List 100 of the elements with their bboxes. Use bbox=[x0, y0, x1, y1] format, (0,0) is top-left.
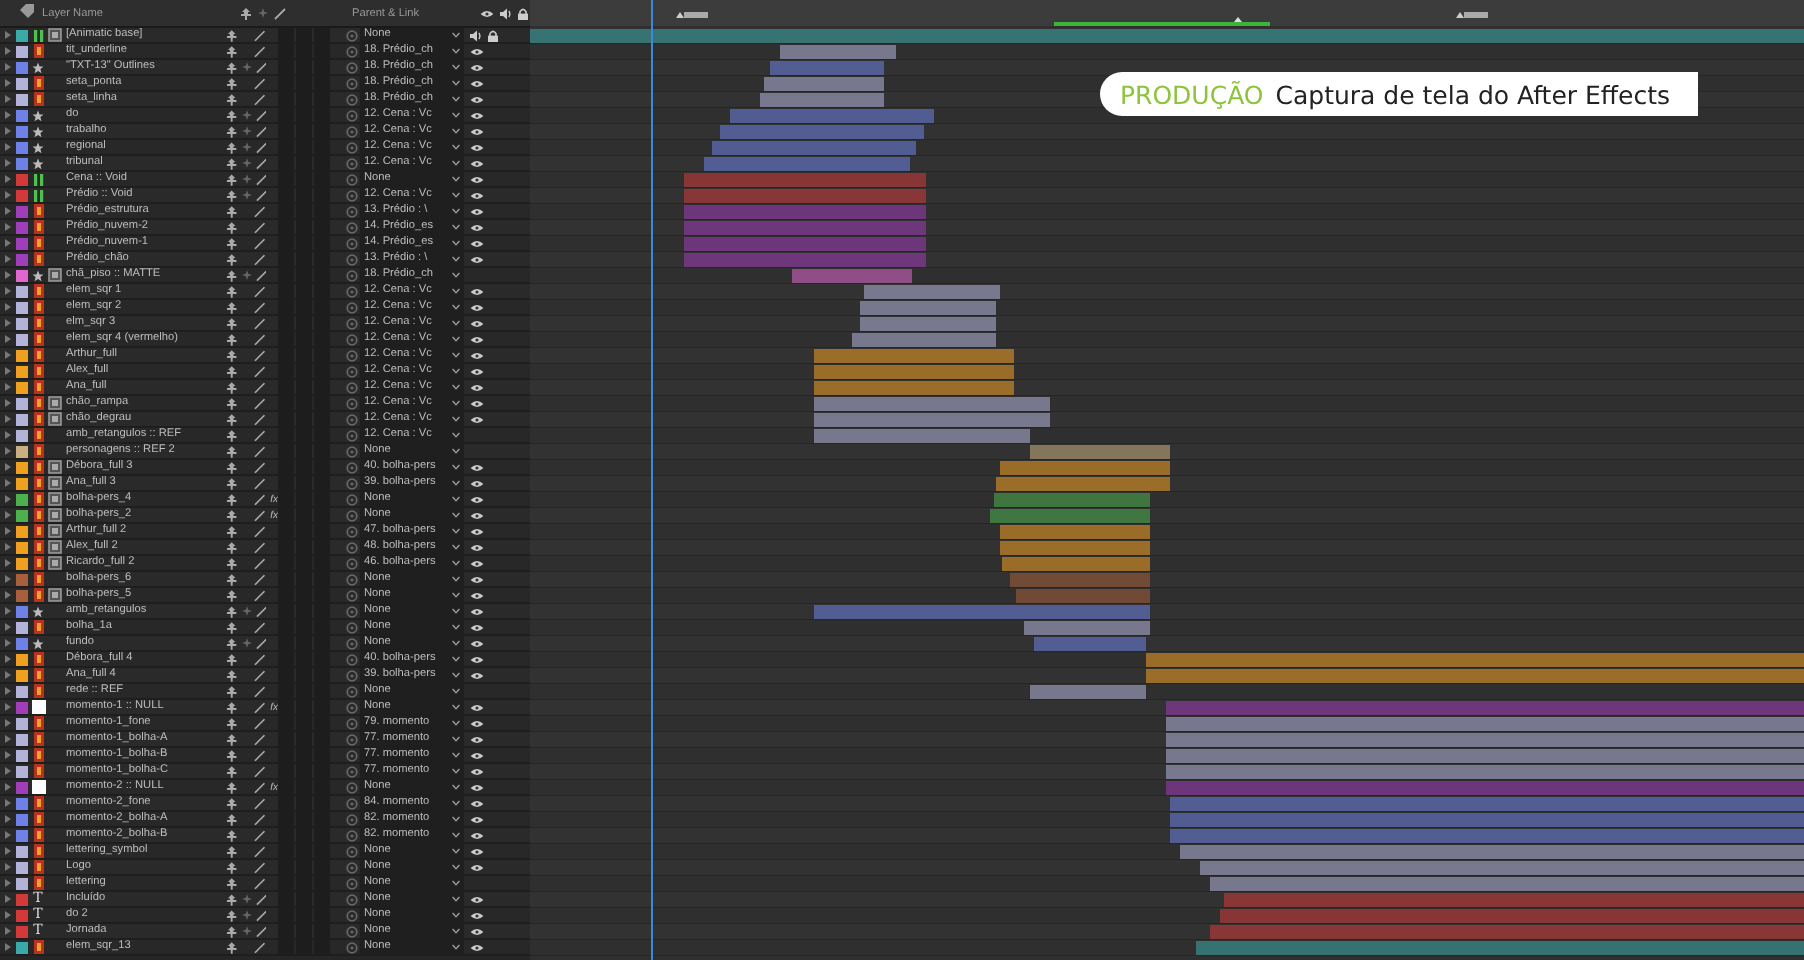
shy-icon[interactable] bbox=[226, 877, 238, 889]
sparkle-icon[interactable] bbox=[241, 638, 252, 648]
label-color-swatch[interactable] bbox=[16, 829, 28, 841]
shy-icon[interactable] bbox=[226, 909, 238, 921]
shy-icon[interactable] bbox=[226, 653, 238, 665]
label-color-swatch[interactable] bbox=[16, 77, 28, 89]
shy-icon[interactable] bbox=[226, 173, 238, 185]
sparkle-icon[interactable] bbox=[258, 7, 268, 17]
label-color-swatch[interactable] bbox=[16, 109, 28, 121]
shy-icon[interactable] bbox=[226, 845, 238, 857]
eye-icon[interactable] bbox=[470, 559, 484, 567]
shy-icon[interactable] bbox=[226, 685, 238, 697]
shy-icon[interactable] bbox=[226, 365, 238, 377]
eye-icon[interactable] bbox=[470, 815, 484, 823]
eye-icon[interactable] bbox=[470, 847, 484, 855]
shy-icon[interactable] bbox=[226, 813, 238, 825]
shy-icon[interactable] bbox=[226, 77, 238, 89]
label-color-swatch[interactable] bbox=[16, 397, 28, 409]
label-color-swatch[interactable] bbox=[16, 205, 28, 217]
eye-icon[interactable] bbox=[480, 9, 494, 17]
eye-icon[interactable] bbox=[470, 143, 484, 151]
label-color-swatch[interactable] bbox=[16, 493, 28, 505]
shy-icon[interactable] bbox=[240, 7, 252, 19]
eye-icon[interactable] bbox=[470, 255, 484, 263]
sparkle-icon[interactable] bbox=[241, 62, 252, 72]
label-color-swatch[interactable] bbox=[16, 909, 28, 921]
shy-icon[interactable] bbox=[226, 717, 238, 729]
shy-icon[interactable] bbox=[226, 445, 238, 457]
eye-icon[interactable] bbox=[470, 607, 484, 615]
eye-icon[interactable] bbox=[470, 175, 484, 183]
eye-icon[interactable] bbox=[470, 767, 484, 775]
label-color-swatch[interactable] bbox=[16, 29, 28, 41]
eye-icon[interactable] bbox=[470, 127, 484, 135]
label-color-swatch[interactable] bbox=[16, 157, 28, 169]
shy-icon[interactable] bbox=[226, 61, 238, 73]
shy-icon[interactable] bbox=[226, 333, 238, 345]
eye-icon[interactable] bbox=[470, 79, 484, 87]
shy-icon[interactable] bbox=[226, 765, 238, 777]
label-color-swatch[interactable] bbox=[16, 669, 28, 681]
label-color-swatch[interactable] bbox=[16, 893, 28, 905]
label-color-swatch[interactable] bbox=[16, 477, 28, 489]
label-color-swatch[interactable] bbox=[16, 349, 28, 361]
shy-icon[interactable] bbox=[226, 893, 238, 905]
label-color-swatch[interactable] bbox=[16, 813, 28, 825]
label-color-swatch[interactable] bbox=[16, 589, 28, 601]
eye-icon[interactable] bbox=[470, 639, 484, 647]
shy-icon[interactable] bbox=[226, 397, 238, 409]
shy-icon[interactable] bbox=[226, 269, 238, 281]
shy-icon[interactable] bbox=[226, 29, 238, 41]
shy-icon[interactable] bbox=[226, 461, 238, 473]
eye-icon[interactable] bbox=[470, 463, 484, 471]
shy-icon[interactable] bbox=[226, 477, 238, 489]
eye-icon[interactable] bbox=[470, 863, 484, 871]
label-color-swatch[interactable] bbox=[16, 749, 28, 761]
shy-icon[interactable] bbox=[226, 749, 238, 761]
label-color-swatch[interactable] bbox=[16, 605, 28, 617]
label-color-swatch[interactable] bbox=[16, 701, 28, 713]
shy-icon[interactable] bbox=[226, 349, 238, 361]
lock-icon[interactable] bbox=[518, 7, 528, 19]
eye-icon[interactable] bbox=[470, 335, 484, 343]
eye-icon[interactable] bbox=[470, 511, 484, 519]
eye-icon[interactable] bbox=[470, 479, 484, 487]
eye-icon[interactable] bbox=[470, 495, 484, 503]
time-ruler[interactable] bbox=[530, 0, 1804, 26]
label-color-swatch[interactable] bbox=[16, 189, 28, 201]
shy-icon[interactable] bbox=[226, 221, 238, 233]
shy-icon[interactable] bbox=[226, 493, 238, 505]
shy-icon[interactable] bbox=[226, 829, 238, 841]
shy-icon[interactable] bbox=[226, 941, 238, 953]
eye-icon[interactable] bbox=[470, 895, 484, 903]
shy-icon[interactable] bbox=[226, 205, 238, 217]
eye-icon[interactable] bbox=[470, 191, 484, 199]
label-color-swatch[interactable] bbox=[16, 253, 28, 265]
label-color-swatch[interactable] bbox=[16, 221, 28, 233]
label-color-swatch[interactable] bbox=[16, 365, 28, 377]
label-color-swatch[interactable] bbox=[16, 269, 28, 281]
speaker-icon[interactable] bbox=[500, 7, 512, 19]
shy-icon[interactable] bbox=[226, 925, 238, 937]
speaker-icon[interactable] bbox=[470, 29, 482, 41]
label-color-swatch[interactable] bbox=[16, 653, 28, 665]
shy-icon[interactable] bbox=[226, 93, 238, 105]
eye-icon[interactable] bbox=[470, 159, 484, 167]
shy-icon[interactable] bbox=[226, 45, 238, 57]
shy-icon[interactable] bbox=[226, 861, 238, 873]
label-color-swatch[interactable] bbox=[16, 461, 28, 473]
shy-icon[interactable] bbox=[226, 573, 238, 585]
shy-icon[interactable] bbox=[226, 621, 238, 633]
label-color-swatch[interactable] bbox=[16, 685, 28, 697]
shy-icon[interactable] bbox=[226, 589, 238, 601]
shy-icon[interactable] bbox=[226, 381, 238, 393]
label-color-swatch[interactable] bbox=[16, 637, 28, 649]
eye-icon[interactable] bbox=[470, 63, 484, 71]
label-color-swatch[interactable] bbox=[16, 925, 28, 937]
label-color-swatch[interactable] bbox=[16, 381, 28, 393]
shy-icon[interactable] bbox=[226, 541, 238, 553]
shy-icon[interactable] bbox=[226, 637, 238, 649]
shy-icon[interactable] bbox=[226, 189, 238, 201]
eye-icon[interactable] bbox=[470, 575, 484, 583]
shy-icon[interactable] bbox=[226, 605, 238, 617]
eye-icon[interactable] bbox=[470, 751, 484, 759]
